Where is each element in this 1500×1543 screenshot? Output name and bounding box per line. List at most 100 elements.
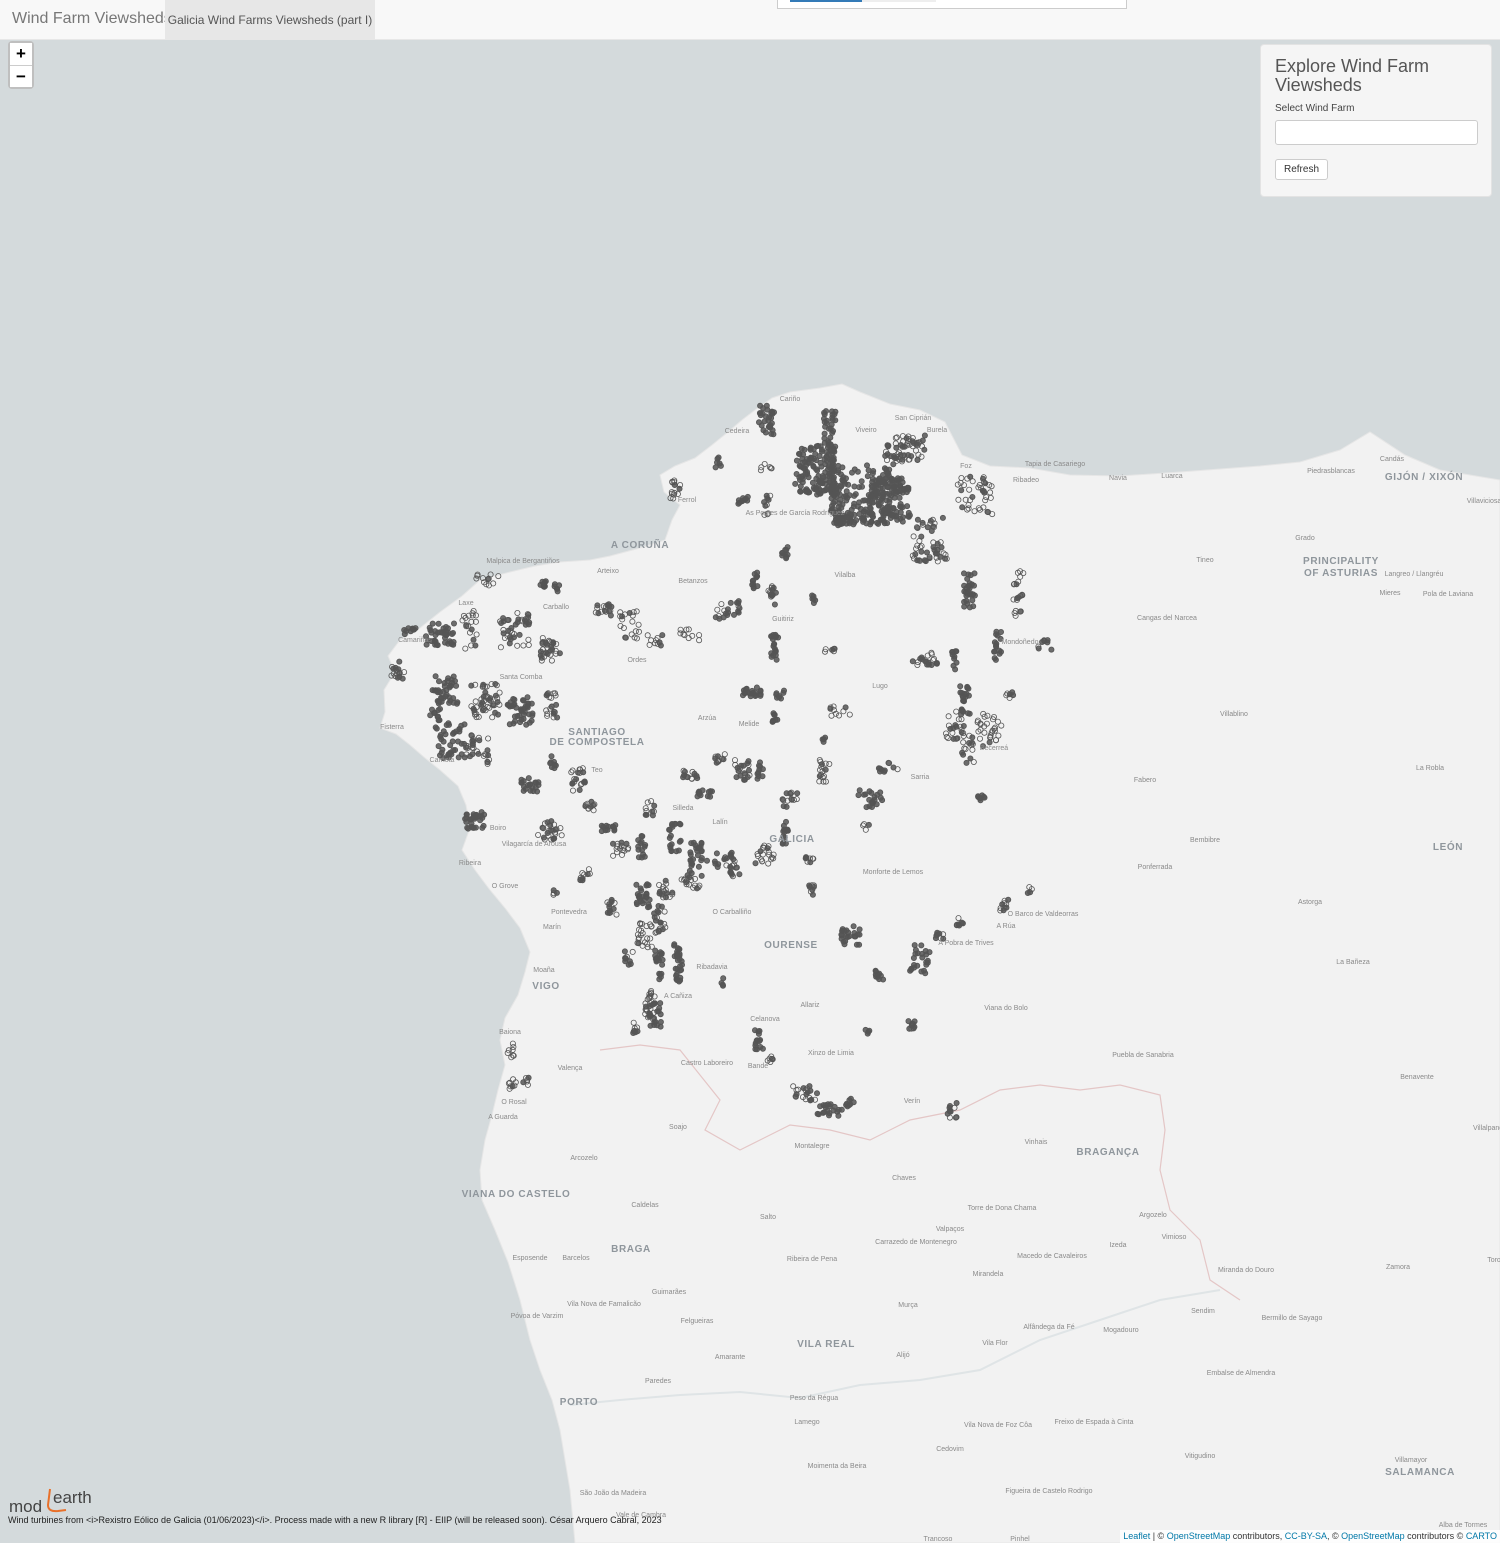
- wind-turbine-marker[interactable]: [879, 495, 886, 502]
- wind-turbine-marker[interactable]: [534, 788, 541, 795]
- wind-turbine-marker[interactable]: [762, 429, 769, 436]
- wind-turbine-marker[interactable]: [905, 509, 912, 516]
- wind-turbine-marker[interactable]: [403, 628, 410, 635]
- wind-turbine-marker[interactable]: [912, 950, 919, 957]
- wind-turbine-marker[interactable]: [969, 734, 976, 741]
- wind-turbine-marker[interactable]: [918, 968, 925, 975]
- wind-turbine-marker[interactable]: [432, 641, 439, 648]
- wind-turbine-marker[interactable]: [652, 947, 659, 954]
- wind-turbine-marker[interactable]: [877, 789, 884, 796]
- wind-turbine-marker[interactable]: [769, 408, 776, 415]
- wind-turbine-marker[interactable]: [783, 803, 790, 810]
- wind-turbine-marker[interactable]: [856, 787, 863, 794]
- wind-turbine-marker[interactable]: [517, 706, 524, 713]
- wind-turbine-marker[interactable]: [803, 1091, 810, 1098]
- wind-turbine-marker[interactable]: [731, 611, 738, 618]
- wind-turbine-marker[interactable]: [896, 494, 903, 501]
- wind-turbine-marker[interactable]: [868, 482, 875, 489]
- wind-turbine-marker[interactable]: [963, 759, 970, 766]
- wind-turbine-marker[interactable]: [399, 675, 406, 682]
- wind-turbine-marker[interactable]: [880, 490, 887, 497]
- wind-turbine-marker[interactable]: [655, 903, 662, 910]
- wind-turbine-marker[interactable]: [851, 466, 858, 473]
- wind-turbine-marker[interactable]: [745, 689, 752, 696]
- wind-turbine-marker[interactable]: [914, 525, 921, 532]
- wind-turbine-marker[interactable]: [864, 1030, 871, 1037]
- wind-turbine-marker[interactable]: [821, 415, 828, 422]
- wind-turbine-marker[interactable]: [803, 462, 810, 469]
- wind-turbine-marker[interactable]: [843, 1102, 850, 1109]
- wind-turbine-marker[interactable]: [922, 658, 929, 665]
- wind-turbine-marker[interactable]: [698, 857, 705, 864]
- wind-turbine-marker[interactable]: [765, 496, 772, 503]
- wind-turbine-marker[interactable]: [541, 583, 548, 590]
- wind-turbine-marker[interactable]: [687, 857, 694, 864]
- wind-turbine-marker[interactable]: [963, 597, 970, 604]
- wind-turbine-marker[interactable]: [698, 848, 705, 855]
- wind-turbine-marker[interactable]: [1039, 639, 1046, 646]
- wind-turbine-marker[interactable]: [754, 569, 761, 576]
- wind-turbine-marker[interactable]: [781, 687, 788, 694]
- wind-turbine-marker[interactable]: [695, 863, 702, 870]
- wind-turbine-marker[interactable]: [842, 704, 849, 711]
- wind-turbine-marker[interactable]: [939, 514, 946, 521]
- wind-turbine-marker[interactable]: [681, 768, 688, 775]
- wind-turbine-marker[interactable]: [967, 473, 974, 480]
- wind-turbine-marker[interactable]: [658, 970, 665, 977]
- wind-turbine-marker[interactable]: [450, 620, 457, 627]
- wind-turbine-marker[interactable]: [472, 824, 479, 831]
- wind-turbine-marker[interactable]: [769, 636, 776, 643]
- wind-turbine-marker[interactable]: [548, 753, 555, 760]
- wind-turbine-marker[interactable]: [966, 740, 973, 747]
- wind-turbine-marker[interactable]: [809, 479, 816, 486]
- wind-turbine-marker[interactable]: [755, 1030, 762, 1037]
- wind-turbine-marker[interactable]: [843, 475, 850, 482]
- wind-turbine-marker[interactable]: [733, 864, 740, 871]
- wind-turbine-marker[interactable]: [960, 723, 967, 730]
- wind-turbine-marker[interactable]: [468, 732, 475, 739]
- wind-turbine-marker[interactable]: [715, 454, 722, 461]
- wind-turbine-marker[interactable]: [897, 503, 904, 510]
- wind-turbine-marker[interactable]: [740, 692, 747, 699]
- wind-turbine-marker[interactable]: [783, 547, 790, 554]
- wind-turbine-marker[interactable]: [446, 638, 453, 645]
- carto-link[interactable]: CARTO: [1466, 1531, 1497, 1541]
- ccbysa-link[interactable]: CC-BY-SA: [1285, 1531, 1327, 1541]
- wind-turbine-marker[interactable]: [469, 742, 476, 749]
- wind-turbine-marker[interactable]: [452, 747, 459, 754]
- wind-turbine-marker[interactable]: [967, 590, 974, 597]
- wind-turbine-marker[interactable]: [688, 862, 695, 869]
- wind-turbine-marker[interactable]: [580, 769, 587, 776]
- wind-turbine-marker[interactable]: [822, 423, 829, 430]
- wind-turbine-marker[interactable]: [885, 483, 892, 490]
- wind-turbine-marker[interactable]: [894, 489, 901, 496]
- wind-turbine-marker[interactable]: [771, 601, 778, 608]
- wind-turbine-marker[interactable]: [479, 707, 486, 714]
- wind-turbine-marker[interactable]: [811, 455, 818, 462]
- wind-turbine-marker[interactable]: [657, 1019, 664, 1026]
- wind-turbine-marker[interactable]: [755, 773, 762, 780]
- wind-turbine-marker[interactable]: [769, 591, 776, 598]
- wind-turbine-marker[interactable]: [484, 747, 491, 754]
- wind-turbine-marker[interactable]: [855, 792, 862, 799]
- wind-turbine-marker[interactable]: [649, 812, 656, 819]
- wind-turbine-marker[interactable]: [877, 794, 884, 801]
- wind-turbine-marker[interactable]: [622, 958, 629, 965]
- wind-turbine-marker[interactable]: [1044, 637, 1051, 644]
- wind-turbine-marker[interactable]: [411, 626, 418, 633]
- wind-turbine-marker[interactable]: [662, 877, 669, 884]
- wind-turbine-marker[interactable]: [810, 446, 817, 453]
- wind-turbine-marker[interactable]: [815, 1111, 822, 1118]
- wind-turbine-marker[interactable]: [886, 505, 893, 512]
- wind-turbine-marker[interactable]: [588, 798, 595, 805]
- wind-turbine-marker[interactable]: [836, 500, 843, 507]
- wind-turbine-marker[interactable]: [922, 558, 929, 565]
- wind-turbine-marker[interactable]: [712, 464, 719, 471]
- wind-turbine-marker[interactable]: [647, 1012, 654, 1019]
- wind-turbine-marker[interactable]: [671, 941, 678, 948]
- wind-turbine-marker[interactable]: [632, 1029, 639, 1036]
- wind-turbine-marker[interactable]: [937, 553, 944, 560]
- wind-turbine-marker[interactable]: [886, 760, 893, 767]
- wind-turbine-marker[interactable]: [752, 693, 759, 700]
- wind-turbine-marker[interactable]: [429, 687, 436, 694]
